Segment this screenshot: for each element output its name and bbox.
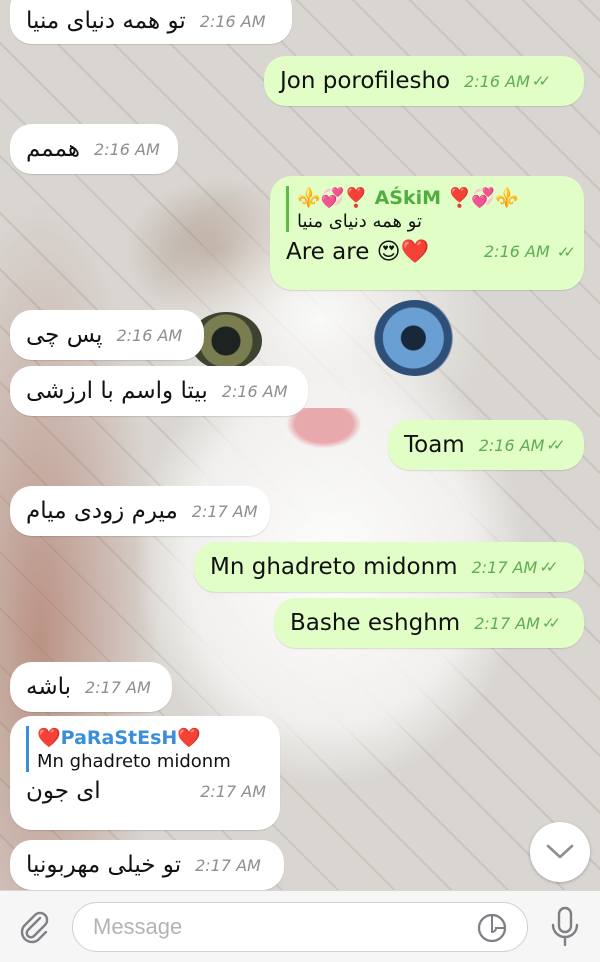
read-receipt-icon: ✓✓ <box>539 558 558 576</box>
message-text: تو همه دنیای منیا <box>26 8 186 34</box>
message-text: Are are 😍❤️ <box>286 239 430 265</box>
message-time: 2:16 AM <box>464 71 530 91</box>
read-receipt-icon: ✓✓ <box>541 614 561 632</box>
message-time: 2:17 AM <box>471 557 538 577</box>
message-text: پس چی <box>26 322 103 348</box>
wallpaper-cat-nose <box>287 408 361 448</box>
message-bubble-incoming[interactable]: بیتا واسم با ارزشی 2:16 AM <box>10 366 308 416</box>
message-input[interactable]: Message <box>72 902 528 952</box>
message-composer: Message <box>0 890 600 962</box>
message-text: میرم زودی میام <box>26 498 178 524</box>
reply-quote-text: Mn ghadreto midonm <box>37 751 231 772</box>
message-time: 2:17 AM <box>191 501 258 521</box>
microphone-icon[interactable] <box>548 905 582 949</box>
message-text: Jon porofilesho <box>280 68 451 94</box>
scroll-to-bottom-button[interactable] <box>530 822 590 882</box>
message-bubble-incoming-reply[interactable]: ❤️PaRaStEsH❤️ Mn ghadreto midonm ای جون … <box>10 716 280 830</box>
message-bubble-incoming[interactable]: میرم زودی میام 2:17 AM <box>10 486 270 536</box>
message-text: ای جون <box>26 778 101 804</box>
message-time: 2:16 AM <box>221 381 288 401</box>
read-receipt-icon: ✓✓ <box>546 436 565 454</box>
message-time: 2:16 AM <box>484 242 550 261</box>
sticker-icon[interactable] <box>476 912 508 944</box>
wallpaper-cat-eye-right <box>374 300 456 376</box>
message-text: بیتا واسم با ارزشی <box>26 378 208 404</box>
message-time: 2:17 AM <box>474 613 540 633</box>
reply-quote-sender: ❤️PaRaStEsH❤️ <box>37 727 201 749</box>
message-text: Toam <box>404 432 465 458</box>
message-bubble-incoming[interactable]: باشه 2:17 AM <box>10 662 172 712</box>
message-bubble-outgoing-reply[interactable]: ⚜️💞❣️ AŚkiM ❣️💞⚜️ تو همه دنیای منیا Are … <box>270 176 584 290</box>
message-bubble-incoming[interactable]: پس چی 2:16 AM <box>10 310 204 360</box>
message-bubble-outgoing[interactable]: Jon porofilesho 2:16 AM ✓✓ <box>264 56 584 106</box>
reply-quote[interactable]: ⚜️💞❣️ AŚkiM ❣️💞⚜️ تو همه دنیای منیا <box>286 186 570 232</box>
read-receipt-icon: ✓✓ <box>531 72 551 90</box>
read-receipt-icon: ✓✓ <box>556 243 576 261</box>
message-time: 2:16 AM <box>199 11 266 31</box>
message-time: 2:17 AM <box>195 855 261 875</box>
message-time: 2:16 AM <box>478 435 545 455</box>
message-time: 2:17 AM <box>200 781 266 801</box>
reply-quote-text: تو همه دنیای منیا <box>297 211 423 232</box>
chevron-down-icon <box>546 844 574 859</box>
message-bubble-incoming[interactable]: هممم 2:16 AM <box>10 124 178 174</box>
paperclip-icon[interactable] <box>16 909 52 945</box>
message-text: Mn ghadreto midonm <box>210 554 458 580</box>
reply-quote-sender: ⚜️💞❣️ AŚkiM ❣️💞⚜️ <box>297 187 519 209</box>
message-text: هممم <box>26 136 81 162</box>
message-text: Bashe eshghm <box>290 610 461 636</box>
message-bubble-incoming[interactable]: تو خیلی مهربونیا 2:17 AM <box>10 840 284 890</box>
message-bubble-incoming[interactable]: تو همه دنیای منیا 2:16 AM <box>10 0 292 44</box>
reply-quote[interactable]: ❤️PaRaStEsH❤️ Mn ghadreto midonm <box>26 726 266 772</box>
message-text: تو خیلی مهربونیا <box>26 852 182 878</box>
message-text: باشه <box>26 674 72 700</box>
message-time: 2:17 AM <box>85 677 151 697</box>
message-time: 2:16 AM <box>94 139 160 159</box>
message-bubble-outgoing[interactable]: Toam 2:16 AM ✓✓ <box>388 420 584 470</box>
message-bubble-outgoing[interactable]: Bashe eshghm 2:17 AM ✓✓ <box>274 598 584 648</box>
message-time: 2:16 AM <box>116 325 183 345</box>
message-bubble-outgoing[interactable]: Mn ghadreto midonm 2:17 AM ✓✓ <box>194 542 584 592</box>
